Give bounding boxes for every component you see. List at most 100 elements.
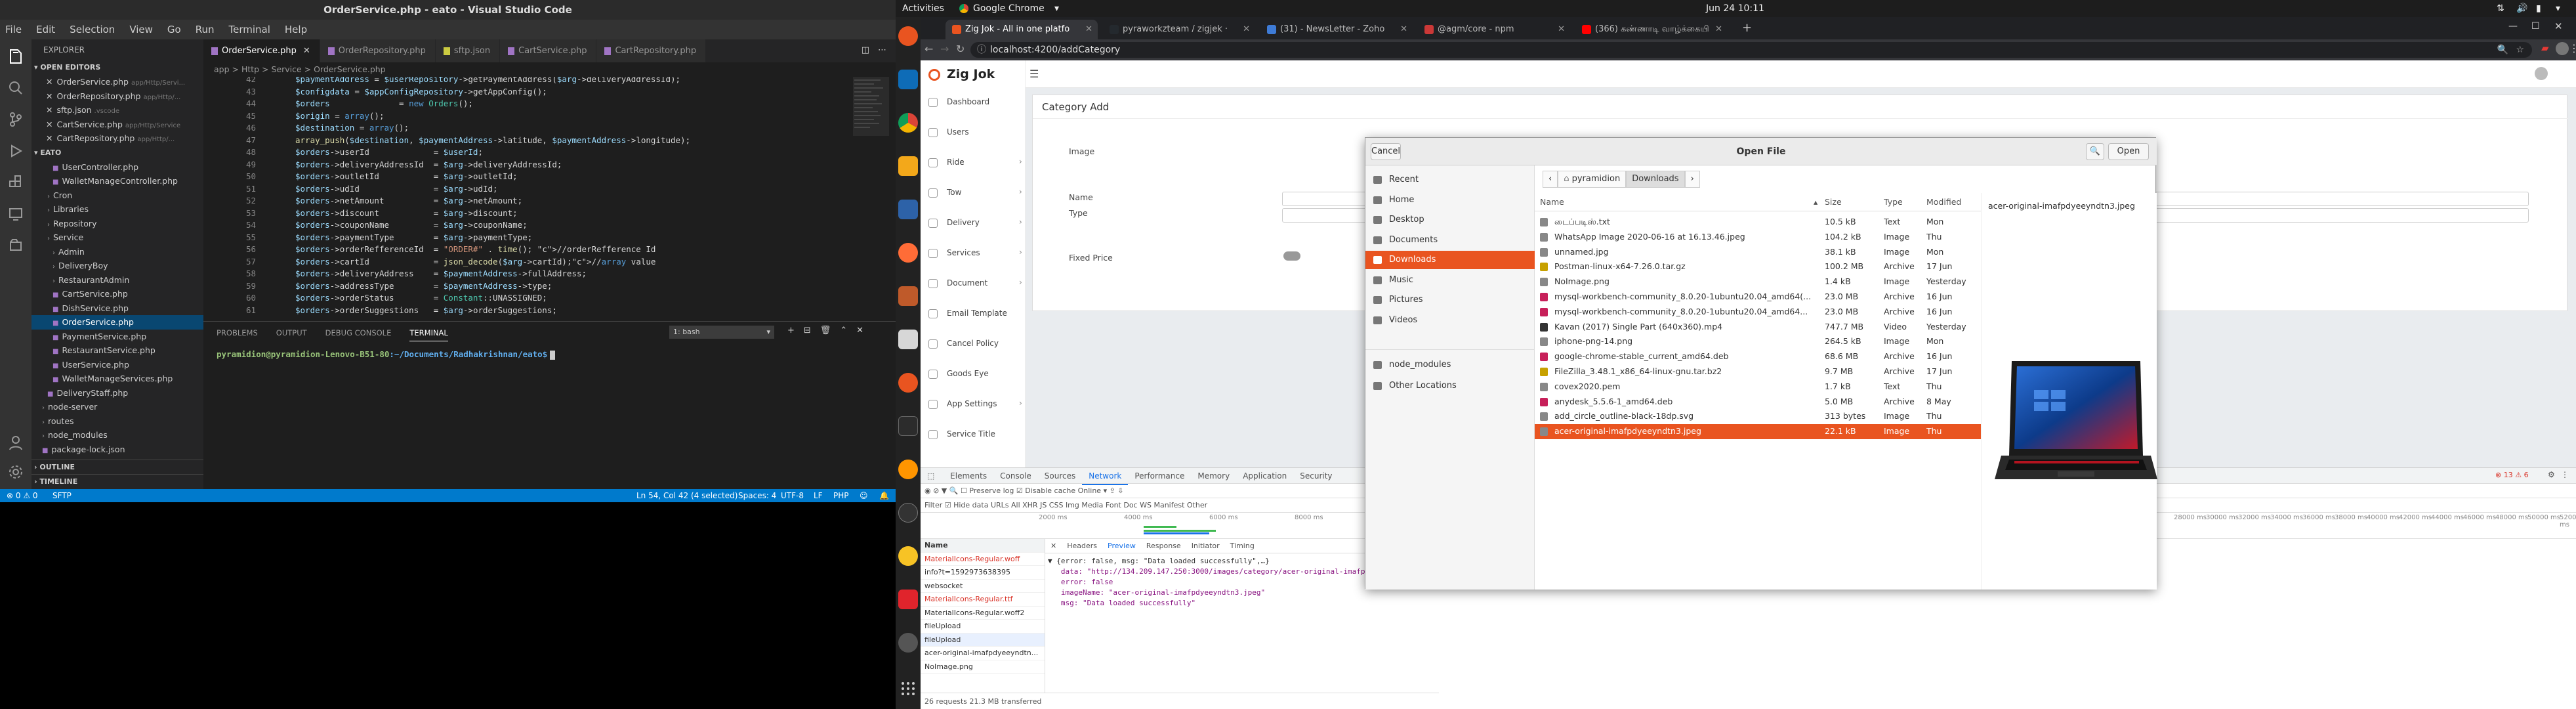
anydesk-icon[interactable] xyxy=(898,590,918,609)
nav-item-goods-eye[interactable]: Goods Eye xyxy=(921,360,1026,390)
code-line[interactable]: $orders->netAmount = $arg->netAmount;$or… xyxy=(295,196,522,205)
slack-icon[interactable] xyxy=(898,26,918,46)
encoding-status[interactable]: UTF-8 xyxy=(781,489,804,502)
tree-item[interactable]: › Admin xyxy=(31,245,203,259)
open-editor-item[interactable]: ✕ CartService.php app/Http/Service xyxy=(31,118,203,132)
settings-icon[interactable] xyxy=(898,503,918,523)
panel-actions[interactable]: +⊟🗑⌃✕ xyxy=(787,326,873,335)
close-icon[interactable]: ✕ xyxy=(46,77,52,87)
menu-file[interactable]: File xyxy=(5,24,22,35)
tree-item[interactable]: ■ DishService.php xyxy=(31,301,203,316)
vscode-icon[interactable] xyxy=(898,70,918,89)
bell-icon[interactable]: 🔔 xyxy=(879,489,889,502)
editor-tab[interactable]: sftp.json xyxy=(435,39,501,62)
zoom-icon[interactable]: 🔍 xyxy=(2497,42,2508,58)
name-column[interactable]: Name xyxy=(1540,193,1564,211)
more-actions-icon[interactable]: ⋯ xyxy=(878,45,886,55)
terminal-icon[interactable] xyxy=(898,416,918,436)
file-row[interactable]: covex2020.pem 1.7 kB Text Thu xyxy=(1535,379,1981,395)
code-line[interactable]: $orders->orderRefferenceId = "ORDER#" . … xyxy=(295,244,655,254)
tree-item[interactable]: ■ UserController.php xyxy=(31,160,203,175)
devtools-tab-elements[interactable]: Elements xyxy=(944,468,993,484)
code-line[interactable]: $orders = new Orders();$orders = new Ord… xyxy=(295,98,473,108)
nav-item-delivery[interactable]: Delivery › xyxy=(921,209,1026,239)
request-row[interactable]: fileUpload xyxy=(921,620,1045,634)
files-icon[interactable] xyxy=(898,330,918,349)
place-other-locations[interactable]: Other Locations xyxy=(1365,377,1535,395)
file-row[interactable]: add_circle_outline-black-18dp.svg 313 byt… xyxy=(1535,409,1981,424)
extensions-icon[interactable] xyxy=(7,173,25,192)
tree-item[interactable]: › Libraries xyxy=(31,202,203,217)
tree-item[interactable]: ■ RestaurantService.php xyxy=(31,343,203,358)
browser-tab[interactable]: (366) கண்ணாடி வாழ்க்கையி ✕ xyxy=(1575,20,1728,39)
extension-icon[interactable]: ▰ xyxy=(2541,42,2549,54)
indent-status[interactable]: Spaces: 4 xyxy=(738,489,776,502)
tree-item[interactable]: ■ WalletManageServices.php xyxy=(31,372,203,386)
filezilla-icon[interactable] xyxy=(898,286,918,306)
outline-section[interactable]: › OUTLINE xyxy=(31,460,203,474)
type-column[interactable]: Type xyxy=(1884,193,1903,211)
place-downloads[interactable]: Downloads xyxy=(1365,251,1535,269)
language-status[interactable]: PHP xyxy=(833,489,849,502)
app-menu[interactable]: Google Chrome xyxy=(973,0,1045,17)
path-downloads[interactable]: Downloads xyxy=(1626,171,1685,188)
file-row[interactable]: Kavan (2017) Single Part (640x360).mp4 74… xyxy=(1535,320,1981,335)
system-menu-arrow-icon[interactable]: ▾ xyxy=(2556,0,2560,17)
account-icon[interactable] xyxy=(7,433,25,452)
cancel-button[interactable]: Cancel xyxy=(1371,143,1401,160)
forward-icon[interactable]: → xyxy=(940,43,949,55)
menu-view[interactable]: View xyxy=(129,24,153,35)
inspect-icon[interactable]: ⬚ xyxy=(921,468,941,484)
code-line[interactable]: $paymentAddress = $userRepository->getPa… xyxy=(295,77,680,84)
close-icon[interactable]: ✕ xyxy=(46,133,52,143)
file-row[interactable]: NoImage.png 1.4 kB Image Yesterday xyxy=(1535,274,1981,290)
path-home[interactable]: ⌂ pyramidion xyxy=(1558,171,1627,188)
close-tab-icon[interactable]: ✕ xyxy=(1715,20,1722,39)
code-line[interactable]: $orders->deliveryAddressId = $arg->deliv… xyxy=(295,160,562,169)
open-editors-header[interactable]: ▾ OPEN EDITORS xyxy=(31,60,203,75)
devtools-tab-sources[interactable]: Sources xyxy=(1038,468,1082,484)
modified-column[interactable]: Modified xyxy=(1926,193,1961,211)
code-line[interactable]: $orders->paymentType = $arg->paymentType… xyxy=(295,232,532,242)
close-icon[interactable]: ✕ xyxy=(46,105,52,115)
close-detail-icon[interactable]: ✕ xyxy=(1050,542,1056,550)
problems-count[interactable]: ⊗ 0 ⚠ 0 xyxy=(7,489,38,502)
nav-item-email-template[interactable]: Email Template xyxy=(921,299,1026,330)
close-tab-icon[interactable]: ✕ xyxy=(303,46,310,56)
file-row[interactable]: FileZilla_3.48.1_x86_64-linux-gnu.tar.bz… xyxy=(1535,364,1981,379)
explorer-icon[interactable] xyxy=(7,47,25,66)
path-back-icon[interactable]: ‹ xyxy=(1543,171,1558,188)
software-icon[interactable] xyxy=(898,373,918,393)
menu-edit[interactable]: Edit xyxy=(36,24,55,35)
sftp-icon[interactable] xyxy=(7,236,25,255)
request-row[interactable]: MaterialIcons-Regular.woff2 xyxy=(921,607,1045,620)
open-editor-item[interactable]: ✕ sftp.json .vscode xyxy=(31,103,203,118)
code-line[interactable]: $orders->cartId = json_decode($arg->cart… xyxy=(295,257,655,267)
sftp-status[interactable]: SFTP xyxy=(52,489,72,502)
new-tab-button[interactable]: + xyxy=(1742,21,1752,35)
tree-item[interactable]: ■ CartService.php xyxy=(31,287,203,301)
sort-arrow-icon[interactable]: ▴ xyxy=(1814,193,1818,211)
site-info-icon[interactable]: ⓘ xyxy=(977,42,986,58)
tree-item[interactable]: › Service xyxy=(31,230,203,245)
code-line[interactable]: $orders->deliveryAddress = $paymentAddre… xyxy=(295,269,587,278)
devtools-tab-application[interactable]: Application xyxy=(1236,468,1293,484)
breadcrumb[interactable]: app > Http > Service > OrderService.php xyxy=(203,62,896,77)
feedback-icon[interactable]: ☺ xyxy=(860,489,868,502)
browser-tab[interactable]: (31) - NewsLetter - Zoho ✕ xyxy=(1260,20,1413,39)
disks-icon[interactable] xyxy=(898,633,918,653)
nav-item-dashboard[interactable]: Dashboard xyxy=(921,88,1026,118)
code-line[interactable]: $destination = array();$destination = ar… xyxy=(295,123,409,133)
show-apps-icon[interactable] xyxy=(898,679,918,698)
request-row[interactable]: MaterialIcons-Regular.woff xyxy=(921,553,1045,566)
clock[interactable]: Jun 24 10:11 xyxy=(1706,0,1764,17)
browser-tab[interactable]: pyraworkzteam / zigjek · ✕ xyxy=(1103,20,1255,39)
editor-tab[interactable]: OrderRepository.php xyxy=(320,39,436,62)
detail-tab-timing[interactable]: Timing xyxy=(1230,542,1255,550)
search-icon[interactable] xyxy=(7,79,25,97)
code-line[interactable]: array_push($destination, $paymentAddress… xyxy=(295,135,690,145)
code-editor[interactable]: 42 $paymentAddress = $userRepository->get… xyxy=(203,77,896,321)
open-editor-item[interactable]: ✕ CartRepository.php app/Http/... xyxy=(31,131,203,146)
devtools-tab-security[interactable]: Security xyxy=(1293,468,1339,484)
place-videos[interactable]: Videos xyxy=(1365,311,1535,330)
